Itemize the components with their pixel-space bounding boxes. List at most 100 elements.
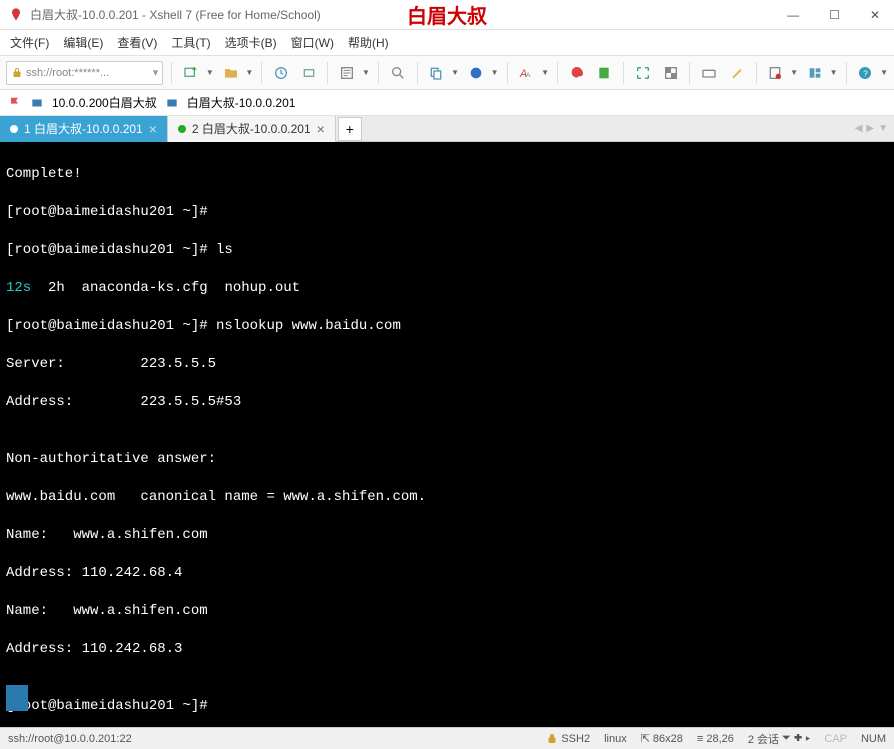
- watermark-label: 白眉大叔: [407, 0, 487, 29]
- separator: [756, 62, 757, 84]
- dropdown-icon[interactable]: ▼: [880, 68, 888, 77]
- status-connection: ssh://root@10.0.0.201:22: [8, 733, 532, 745]
- term-line: [root@baimeidashu201 ~]# nslookup www.ba…: [6, 317, 888, 336]
- help-button[interactable]: ?: [855, 62, 877, 84]
- status-num: NUM: [861, 733, 886, 745]
- tab-menu-icon[interactable]: ▼: [878, 123, 888, 134]
- reconnect-button[interactable]: [270, 62, 292, 84]
- font-button[interactable]: AA: [516, 62, 538, 84]
- term-line: Non-authoritative answer:: [6, 450, 888, 469]
- statusbar: ssh://root@10.0.0.201:22 SSH2 linux ⇱ 86…: [0, 727, 894, 749]
- tab-nav: ◀ ▶ ▼: [849, 123, 894, 134]
- svg-text:A: A: [526, 72, 531, 79]
- window-title: 白眉大叔-10.0.0.201 - Xshell 7 (Free for Hom…: [30, 6, 321, 23]
- properties-button[interactable]: [336, 62, 358, 84]
- script-button[interactable]: [594, 62, 616, 84]
- term-line: Name: www.a.shifen.com: [6, 602, 888, 621]
- term-line: Address: 110.242.68.3: [6, 640, 888, 659]
- tab-1[interactable]: 1 白眉大叔-10.0.0.201 ×: [0, 116, 168, 142]
- separator: [171, 62, 172, 84]
- dropdown-icon[interactable]: ▼: [541, 68, 549, 77]
- session-icon: [30, 96, 44, 110]
- dropdown-icon[interactable]: ▼: [245, 68, 253, 77]
- session-link-1[interactable]: 10.0.0.200白眉大叔: [52, 94, 157, 111]
- term-line: Address: 223.5.5.5#53: [6, 393, 888, 412]
- disconnect-button[interactable]: [298, 62, 320, 84]
- status-sessions[interactable]: 2 会话 ⏷ ✚ ▸: [748, 731, 810, 747]
- maximize-button[interactable]: ☐: [823, 8, 846, 22]
- separator: [327, 62, 328, 84]
- new-session-button[interactable]: [180, 62, 202, 84]
- tab-add-button[interactable]: +: [338, 117, 362, 141]
- highlight-button[interactable]: [726, 62, 748, 84]
- menu-window[interactable]: 窗口(W): [291, 34, 334, 51]
- menu-help[interactable]: 帮助(H): [348, 34, 389, 51]
- svg-text:?: ?: [863, 68, 868, 78]
- separator: [846, 62, 847, 84]
- url-text: ssh://root:******...: [26, 67, 109, 79]
- dropdown-icon[interactable]: ▼: [451, 68, 459, 77]
- open-button[interactable]: [220, 62, 242, 84]
- term-line: Address: 110.242.68.4: [6, 564, 888, 583]
- term-line: Name: www.a.shifen.com: [6, 526, 888, 545]
- transparent-button[interactable]: [660, 62, 682, 84]
- menu-tabs[interactable]: 选项卡(B): [225, 34, 277, 51]
- menubar: 文件(F) 编辑(E) 查看(V) 工具(T) 选项卡(B) 窗口(W) 帮助(…: [0, 30, 894, 56]
- tabbar: 1 白眉大叔-10.0.0.201 × 2 白眉大叔-10.0.0.201 × …: [0, 116, 894, 142]
- term-line: [root@baimeidashu201 ~]# ls: [6, 241, 888, 260]
- bookmark-marker: [6, 685, 28, 711]
- toolbar: ssh://root:******... ▾ ▼ ▼ ▼ ▼ ▼ AA▼ ▼ ▼…: [0, 56, 894, 90]
- status-pos: ≡ 28,26: [697, 733, 734, 745]
- tab-close-icon[interactable]: ×: [149, 121, 157, 137]
- fullscreen-button[interactable]: [632, 62, 654, 84]
- term-line: Server: 223.5.5.5: [6, 355, 888, 374]
- dropdown-icon[interactable]: ▼: [790, 68, 798, 77]
- keymap-button[interactable]: [698, 62, 720, 84]
- color-button[interactable]: [566, 62, 588, 84]
- separator: [261, 62, 262, 84]
- paste-button[interactable]: [465, 62, 487, 84]
- find-button[interactable]: [387, 62, 409, 84]
- minimize-button[interactable]: —: [781, 8, 805, 22]
- flag-icon: [8, 96, 22, 110]
- layout-button[interactable]: [804, 62, 826, 84]
- log-button[interactable]: [765, 62, 787, 84]
- menu-view[interactable]: 查看(V): [117, 34, 157, 51]
- tab-label: 1 白眉大叔-10.0.0.201: [24, 120, 143, 137]
- copy-button[interactable]: [425, 62, 447, 84]
- menu-edit[interactable]: 编辑(E): [63, 34, 103, 51]
- status-dot-icon: [10, 125, 18, 133]
- tab-next-icon[interactable]: ▶: [866, 123, 874, 134]
- tab-prev-icon[interactable]: ◀: [855, 123, 863, 134]
- status-proto: SSH2: [546, 733, 590, 745]
- term-line: [root@baimeidashu201 ~]#: [6, 203, 888, 222]
- dropdown-icon[interactable]: ▼: [362, 68, 370, 77]
- separator: [689, 62, 690, 84]
- dropdown-icon[interactable]: ▼: [491, 68, 499, 77]
- status-cap: CAP: [824, 733, 847, 745]
- close-button[interactable]: ✕: [864, 8, 886, 22]
- status-os: linux: [604, 733, 627, 745]
- session-icon: [165, 96, 179, 110]
- terminal[interactable]: Complete! [root@baimeidashu201 ~]# [root…: [0, 142, 894, 727]
- dropdown-icon[interactable]: ▼: [830, 68, 838, 77]
- titlebar: 白眉大叔-10.0.0.201 - Xshell 7 (Free for Hom…: [0, 0, 894, 30]
- separator: [557, 62, 558, 84]
- menu-file[interactable]: 文件(F): [10, 34, 49, 51]
- status-dot-icon: [178, 125, 186, 133]
- lock-icon: [11, 67, 23, 79]
- session-link-2[interactable]: 白眉大叔-10.0.0.201: [187, 94, 296, 111]
- term-line: 12s 2h anaconda-ks.cfg nohup.out: [6, 279, 888, 298]
- lock-icon: [546, 733, 558, 745]
- separator: [623, 62, 624, 84]
- term-line: Complete!: [6, 165, 888, 184]
- menu-tools[interactable]: 工具(T): [171, 34, 210, 51]
- tab-close-icon[interactable]: ×: [317, 121, 325, 137]
- window-controls: — ☐ ✕: [781, 8, 886, 22]
- url-input[interactable]: ssh://root:******... ▾: [6, 61, 163, 85]
- dropdown-icon[interactable]: ▼: [206, 68, 214, 77]
- tab-2[interactable]: 2 白眉大叔-10.0.0.201 ×: [168, 116, 336, 142]
- separator: [507, 62, 508, 84]
- term-line: www.baidu.com canonical name = www.a.shi…: [6, 488, 888, 507]
- term-line: [root@baimeidashu201 ~]#: [6, 697, 888, 716]
